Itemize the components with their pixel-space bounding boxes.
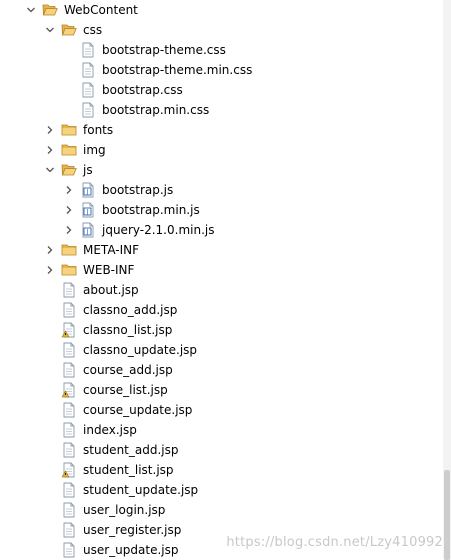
chevron-down-icon[interactable]: [44, 20, 56, 40]
chevron-right-icon[interactable]: [44, 240, 56, 260]
tree-item-label: index.jsp: [83, 423, 137, 437]
svg-text:J: J: [86, 229, 89, 236]
folder-open-icon: [42, 2, 58, 18]
tree-item-label: user_update.jsp: [83, 543, 179, 557]
chevron-right-icon[interactable]: [63, 180, 75, 200]
js-file-icon: J: [80, 182, 96, 198]
tree-item-bootstrap-theme-css[interactable]: bootstrap-theme.css: [0, 40, 443, 60]
tree-item-label: bootstrap.min.js: [102, 203, 200, 217]
tree-item-classno-list-jsp[interactable]: classno_list.jsp: [0, 320, 443, 340]
file-icon: [80, 82, 96, 98]
tree-item-label: WebContent: [64, 3, 138, 17]
chevron-down-icon[interactable]: [44, 160, 56, 180]
chevron-right-icon[interactable]: [44, 260, 56, 280]
tree-item-css[interactable]: css: [0, 20, 443, 40]
file-warning-icon: [61, 462, 77, 478]
tree-item-label: student_add.jsp: [83, 443, 179, 457]
svg-text:J: J: [86, 209, 89, 216]
tree-item-label: course_update.jsp: [83, 403, 193, 417]
tree-item-label: user_login.jsp: [83, 503, 166, 517]
folder-icon: [61, 142, 77, 158]
tree-item-meta-inf[interactable]: META-INF: [0, 240, 443, 260]
tree-item-bootstrap-min-js[interactable]: Jbootstrap.min.js: [0, 200, 443, 220]
js-file-icon: J: [80, 222, 96, 238]
file-icon: [61, 282, 77, 298]
tree-item-label: bootstrap.js: [102, 183, 174, 197]
tree-item-label: WEB-INF: [83, 263, 135, 277]
file-icon: [61, 402, 77, 418]
tree-item-label: student_update.jsp: [83, 483, 199, 497]
tree-item-label: bootstrap.css: [102, 83, 183, 97]
tree-item-fonts[interactable]: fonts: [0, 120, 443, 140]
file-icon: [61, 522, 77, 538]
chevron-right-icon[interactable]: [44, 140, 56, 160]
vertical-scrollbar[interactable]: [443, 0, 451, 560]
tree-item-label: bootstrap-theme.min.css: [102, 63, 253, 77]
tree-item-bootstrap-css[interactable]: bootstrap.css: [0, 80, 443, 100]
tree-item-about-jsp[interactable]: about.jsp: [0, 280, 443, 300]
file-icon: [80, 102, 96, 118]
chevron-right-icon[interactable]: [44, 120, 56, 140]
tree-item-course-list-jsp[interactable]: course_list.jsp: [0, 380, 443, 400]
folder-open-icon: [61, 162, 77, 178]
project-explorer-tree: WebContent css bootstrap-theme.css bootstra…: [0, 0, 443, 560]
watermark-text: https://blog.csdn.net/Lzy410992: [226, 535, 443, 550]
tree-item-label: classno_update.jsp: [83, 343, 198, 357]
file-icon: [61, 422, 77, 438]
tree-item-label: bootstrap-theme.css: [102, 43, 226, 57]
folder-icon: [61, 262, 77, 278]
folder-icon: [61, 242, 77, 258]
tree-item-student-list-jsp[interactable]: student_list.jsp: [0, 460, 443, 480]
tree-item-classno-update-jsp[interactable]: classno_update.jsp: [0, 340, 443, 360]
tree-item-classno-add-jsp[interactable]: classno_add.jsp: [0, 300, 443, 320]
tree-item-course-update-jsp[interactable]: course_update.jsp: [0, 400, 443, 420]
tree-item-jquery-2-1-0-min-js[interactable]: Jjquery-2.1.0.min.js: [0, 220, 443, 240]
chevron-right-icon[interactable]: [63, 220, 75, 240]
tree-item-course-add-jsp[interactable]: course_add.jsp: [0, 360, 443, 380]
file-icon: [61, 502, 77, 518]
file-icon: [80, 62, 96, 78]
file-icon: [80, 42, 96, 58]
tree-item-label: classno_list.jsp: [83, 323, 173, 337]
tree-item-label: css: [83, 23, 103, 37]
tree-item-label: course_list.jsp: [83, 383, 168, 397]
tree-item-bootstrap-min-css[interactable]: bootstrap.min.css: [0, 100, 443, 120]
tree-item-label: META-INF: [83, 243, 140, 257]
folder-icon: [61, 122, 77, 138]
tree-item-label: user_register.jsp: [83, 523, 182, 537]
file-icon: [61, 342, 77, 358]
tree-item-bootstrap-theme-min-css[interactable]: bootstrap-theme.min.css: [0, 60, 443, 80]
tree-item-webcontent[interactable]: WebContent: [0, 0, 443, 20]
tree-item-label: classno_add.jsp: [83, 303, 178, 317]
tree-item-index-jsp[interactable]: index.jsp: [0, 420, 443, 440]
tree-item-label: img: [83, 143, 106, 157]
file-warning-icon: [61, 382, 77, 398]
tree-item-label: bootstrap.min.css: [102, 103, 210, 117]
chevron-down-icon[interactable]: [25, 0, 37, 20]
tree-item-web-inf[interactable]: WEB-INF: [0, 260, 443, 280]
tree-item-label: jquery-2.1.0.min.js: [102, 223, 215, 237]
file-icon: [61, 302, 77, 318]
file-icon: [61, 482, 77, 498]
tree-item-label: about.jsp: [83, 283, 139, 297]
tree-item-user-login-jsp[interactable]: user_login.jsp: [0, 500, 443, 520]
tree-item-js[interactable]: js: [0, 160, 443, 180]
tree-item-img[interactable]: img: [0, 140, 443, 160]
chevron-right-icon[interactable]: [63, 200, 75, 220]
file-icon: [61, 362, 77, 378]
folder-open-icon: [61, 22, 77, 38]
scrollbar-thumb[interactable]: [444, 470, 450, 560]
svg-text:J: J: [86, 189, 89, 196]
tree-item-student-update-jsp[interactable]: student_update.jsp: [0, 480, 443, 500]
file-warning-icon: [61, 322, 77, 338]
tree-item-bootstrap-js[interactable]: Jbootstrap.js: [0, 180, 443, 200]
tree-item-label: student_list.jsp: [83, 463, 174, 477]
tree-item-label: js: [83, 163, 93, 177]
tree-item-student-add-jsp[interactable]: student_add.jsp: [0, 440, 443, 460]
file-icon: [61, 442, 77, 458]
tree-item-label: course_add.jsp: [83, 363, 173, 377]
file-icon: [61, 542, 77, 558]
js-file-icon: J: [80, 202, 96, 218]
tree-item-label: fonts: [83, 123, 114, 137]
